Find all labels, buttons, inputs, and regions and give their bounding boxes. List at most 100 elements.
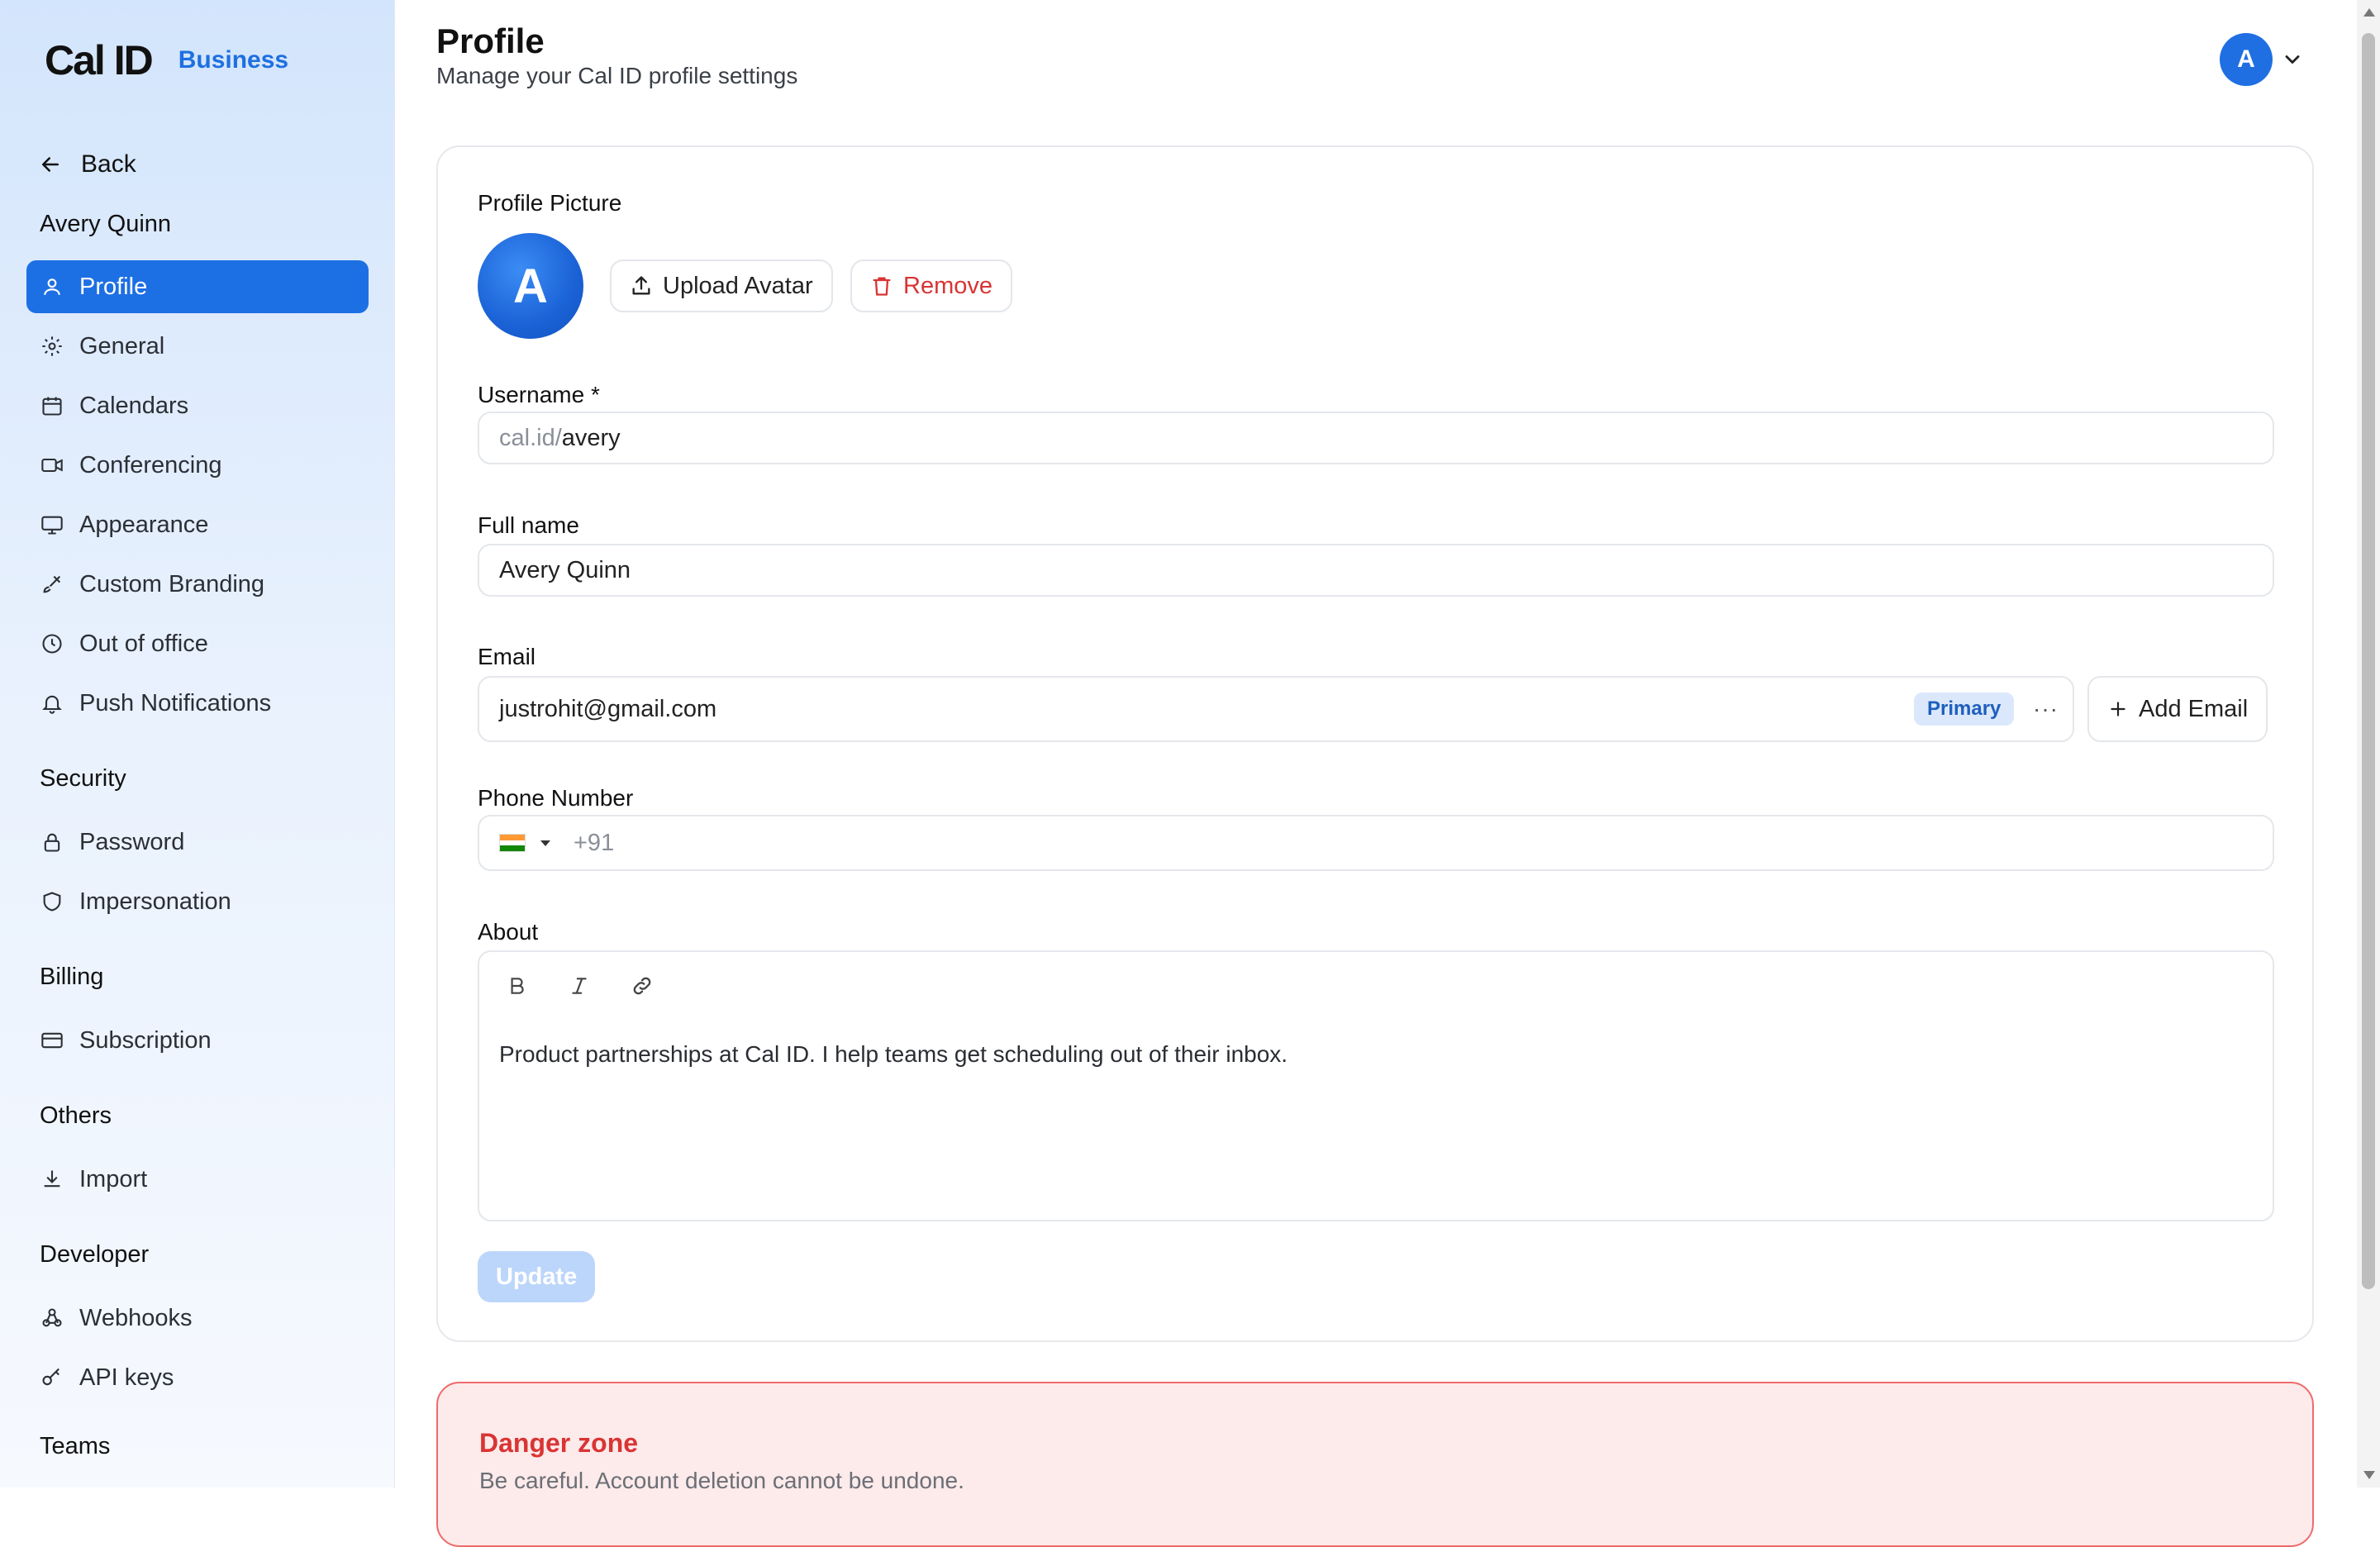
phone-code: +91	[574, 829, 615, 856]
sidebar-item-impersonation[interactable]: Impersonation	[26, 875, 369, 928]
sidebar: Cal ID Business Back Avery Quinn Profile…	[0, 0, 395, 1488]
video-icon	[40, 453, 64, 478]
upload-avatar-button[interactable]: Upload Avatar	[610, 259, 833, 312]
india-flag-icon[interactable]	[499, 834, 526, 852]
sidebar-item-import[interactable]: Import	[26, 1153, 369, 1206]
bell-icon	[40, 691, 64, 716]
add-email-button[interactable]: Add Email	[2087, 676, 2268, 742]
full-name-label: Full name	[478, 512, 579, 538]
update-button[interactable]: Update	[478, 1251, 596, 1302]
sidebar-user-name: Avery Quinn	[40, 211, 172, 237]
sidebar-item-conferencing[interactable]: Conferencing	[26, 439, 369, 492]
download-icon	[40, 1167, 64, 1192]
about-editor[interactable]: Product partnerships at Cal ID. I help t…	[478, 950, 2274, 1221]
full-name-field[interactable]: Avery Quinn	[478, 544, 2274, 597]
section-billing: Billing	[40, 964, 104, 990]
sidebar-item-label: Impersonation	[79, 888, 231, 915]
sidebar-item-label: Custom Branding	[79, 570, 265, 597]
phone-label: Phone Number	[478, 785, 634, 811]
scroll-down-arrow[interactable]	[2363, 1471, 2375, 1479]
danger-zone-card: Danger zone Be careful. Account deletion…	[436, 1382, 2314, 1547]
editor-toolbar	[502, 972, 656, 1000]
remove-avatar-label: Remove	[903, 272, 992, 299]
italic-icon[interactable]	[565, 972, 593, 1000]
trash-icon	[870, 274, 893, 298]
sidebar-item-label: Import	[79, 1165, 148, 1192]
primary-badge: Primary	[1914, 693, 2015, 726]
sidebar-item-label: Calendars	[79, 392, 189, 419]
remove-avatar-button[interactable]: Remove	[850, 259, 1012, 312]
section-developer: Developer	[40, 1241, 150, 1268]
chevron-down-icon[interactable]	[2281, 48, 2304, 71]
scrollbar-thumb[interactable]	[2362, 33, 2375, 1289]
webhook-icon	[40, 1306, 64, 1330]
key-icon	[40, 1365, 64, 1390]
calendar-icon	[40, 393, 64, 418]
logo-text: Cal ID	[45, 37, 154, 83]
add-email-label: Add Email	[2139, 695, 2249, 722]
sidebar-item-out-of-office[interactable]: Out of office	[26, 617, 369, 670]
back-link[interactable]: Back	[38, 150, 136, 178]
sidebar-item-subscription[interactable]: Subscription	[26, 1014, 369, 1067]
danger-zone-subtitle: Be careful. Account deletion cannot be u…	[479, 1468, 964, 1493]
username-prefix: cal.id/	[499, 424, 562, 451]
brush-icon	[40, 572, 64, 597]
sidebar-item-label: API keys	[79, 1364, 174, 1391]
username-value: avery	[561, 424, 621, 451]
email-value: justrohit@gmail.com	[499, 695, 717, 722]
section-teams: Teams	[40, 1433, 111, 1459]
profile-avatar: A	[478, 233, 583, 339]
sidebar-item-label: Appearance	[79, 511, 209, 538]
gear-icon	[40, 334, 64, 359]
credit-card-icon	[40, 1028, 64, 1053]
logo[interactable]: Cal ID Business	[45, 36, 288, 84]
about-text: Product partnerships at Cal ID. I help t…	[499, 1041, 1288, 1067]
sidebar-item-label: Webhooks	[79, 1304, 193, 1331]
sidebar-item-appearance[interactable]: Appearance	[26, 498, 369, 551]
danger-zone-title: Danger zone	[479, 1428, 639, 1458]
caret-down-icon[interactable]	[540, 840, 550, 846]
monitor-icon	[40, 512, 64, 537]
lock-icon	[40, 830, 64, 854]
plus-icon	[2107, 698, 2129, 720]
username-field[interactable]: cal.id/ avery	[478, 412, 2274, 464]
upload-avatar-label: Upload Avatar	[663, 272, 813, 299]
sidebar-item-push-notifications[interactable]: Push Notifications	[26, 677, 369, 730]
sidebar-item-label: Out of office	[79, 630, 208, 657]
clock-icon	[40, 631, 64, 656]
full-name-value: Avery Quinn	[499, 556, 631, 583]
user-avatar[interactable]: A	[2220, 33, 2273, 86]
bold-icon[interactable]	[502, 972, 531, 1000]
sidebar-item-webhooks[interactable]: Webhooks	[26, 1292, 369, 1345]
email-field[interactable]: justrohit@gmail.com	[478, 676, 2074, 742]
sidebar-item-api-keys[interactable]: API keys	[26, 1351, 369, 1404]
page-subtitle: Manage your Cal ID profile settings	[436, 63, 798, 88]
profile-picture-label: Profile Picture	[478, 190, 622, 216]
upload-icon	[630, 274, 653, 298]
sidebar-item-password[interactable]: Password	[26, 816, 369, 869]
scroll-up-arrow[interactable]	[2363, 8, 2375, 17]
user-icon	[40, 274, 64, 299]
more-options-icon[interactable]: ···	[2033, 696, 2059, 722]
sidebar-item-general[interactable]: General	[26, 320, 369, 373]
link-icon[interactable]	[628, 972, 656, 1000]
plan-badge: Business	[178, 46, 289, 74]
arrow-left-icon	[38, 152, 63, 177]
phone-field[interactable]: +91	[478, 815, 2274, 871]
section-security: Security	[40, 765, 126, 792]
sidebar-item-label: General	[79, 332, 165, 359]
sidebar-item-label: Push Notifications	[79, 689, 272, 716]
sidebar-item-custom-branding[interactable]: Custom Branding	[26, 558, 369, 611]
sidebar-item-calendars[interactable]: Calendars	[26, 379, 369, 432]
username-label: Username *	[478, 382, 600, 407]
section-others: Others	[40, 1102, 112, 1129]
sidebar-item-profile[interactable]: Profile	[26, 260, 369, 313]
sidebar-item-label: Password	[79, 828, 185, 855]
page-title: Profile	[436, 21, 545, 60]
sidebar-item-label: Profile	[79, 273, 148, 300]
about-label: About	[478, 919, 539, 945]
sidebar-item-label: Conferencing	[79, 451, 222, 478]
back-label: Back	[81, 150, 136, 178]
shield-icon	[40, 889, 64, 914]
email-label: Email	[478, 644, 536, 669]
